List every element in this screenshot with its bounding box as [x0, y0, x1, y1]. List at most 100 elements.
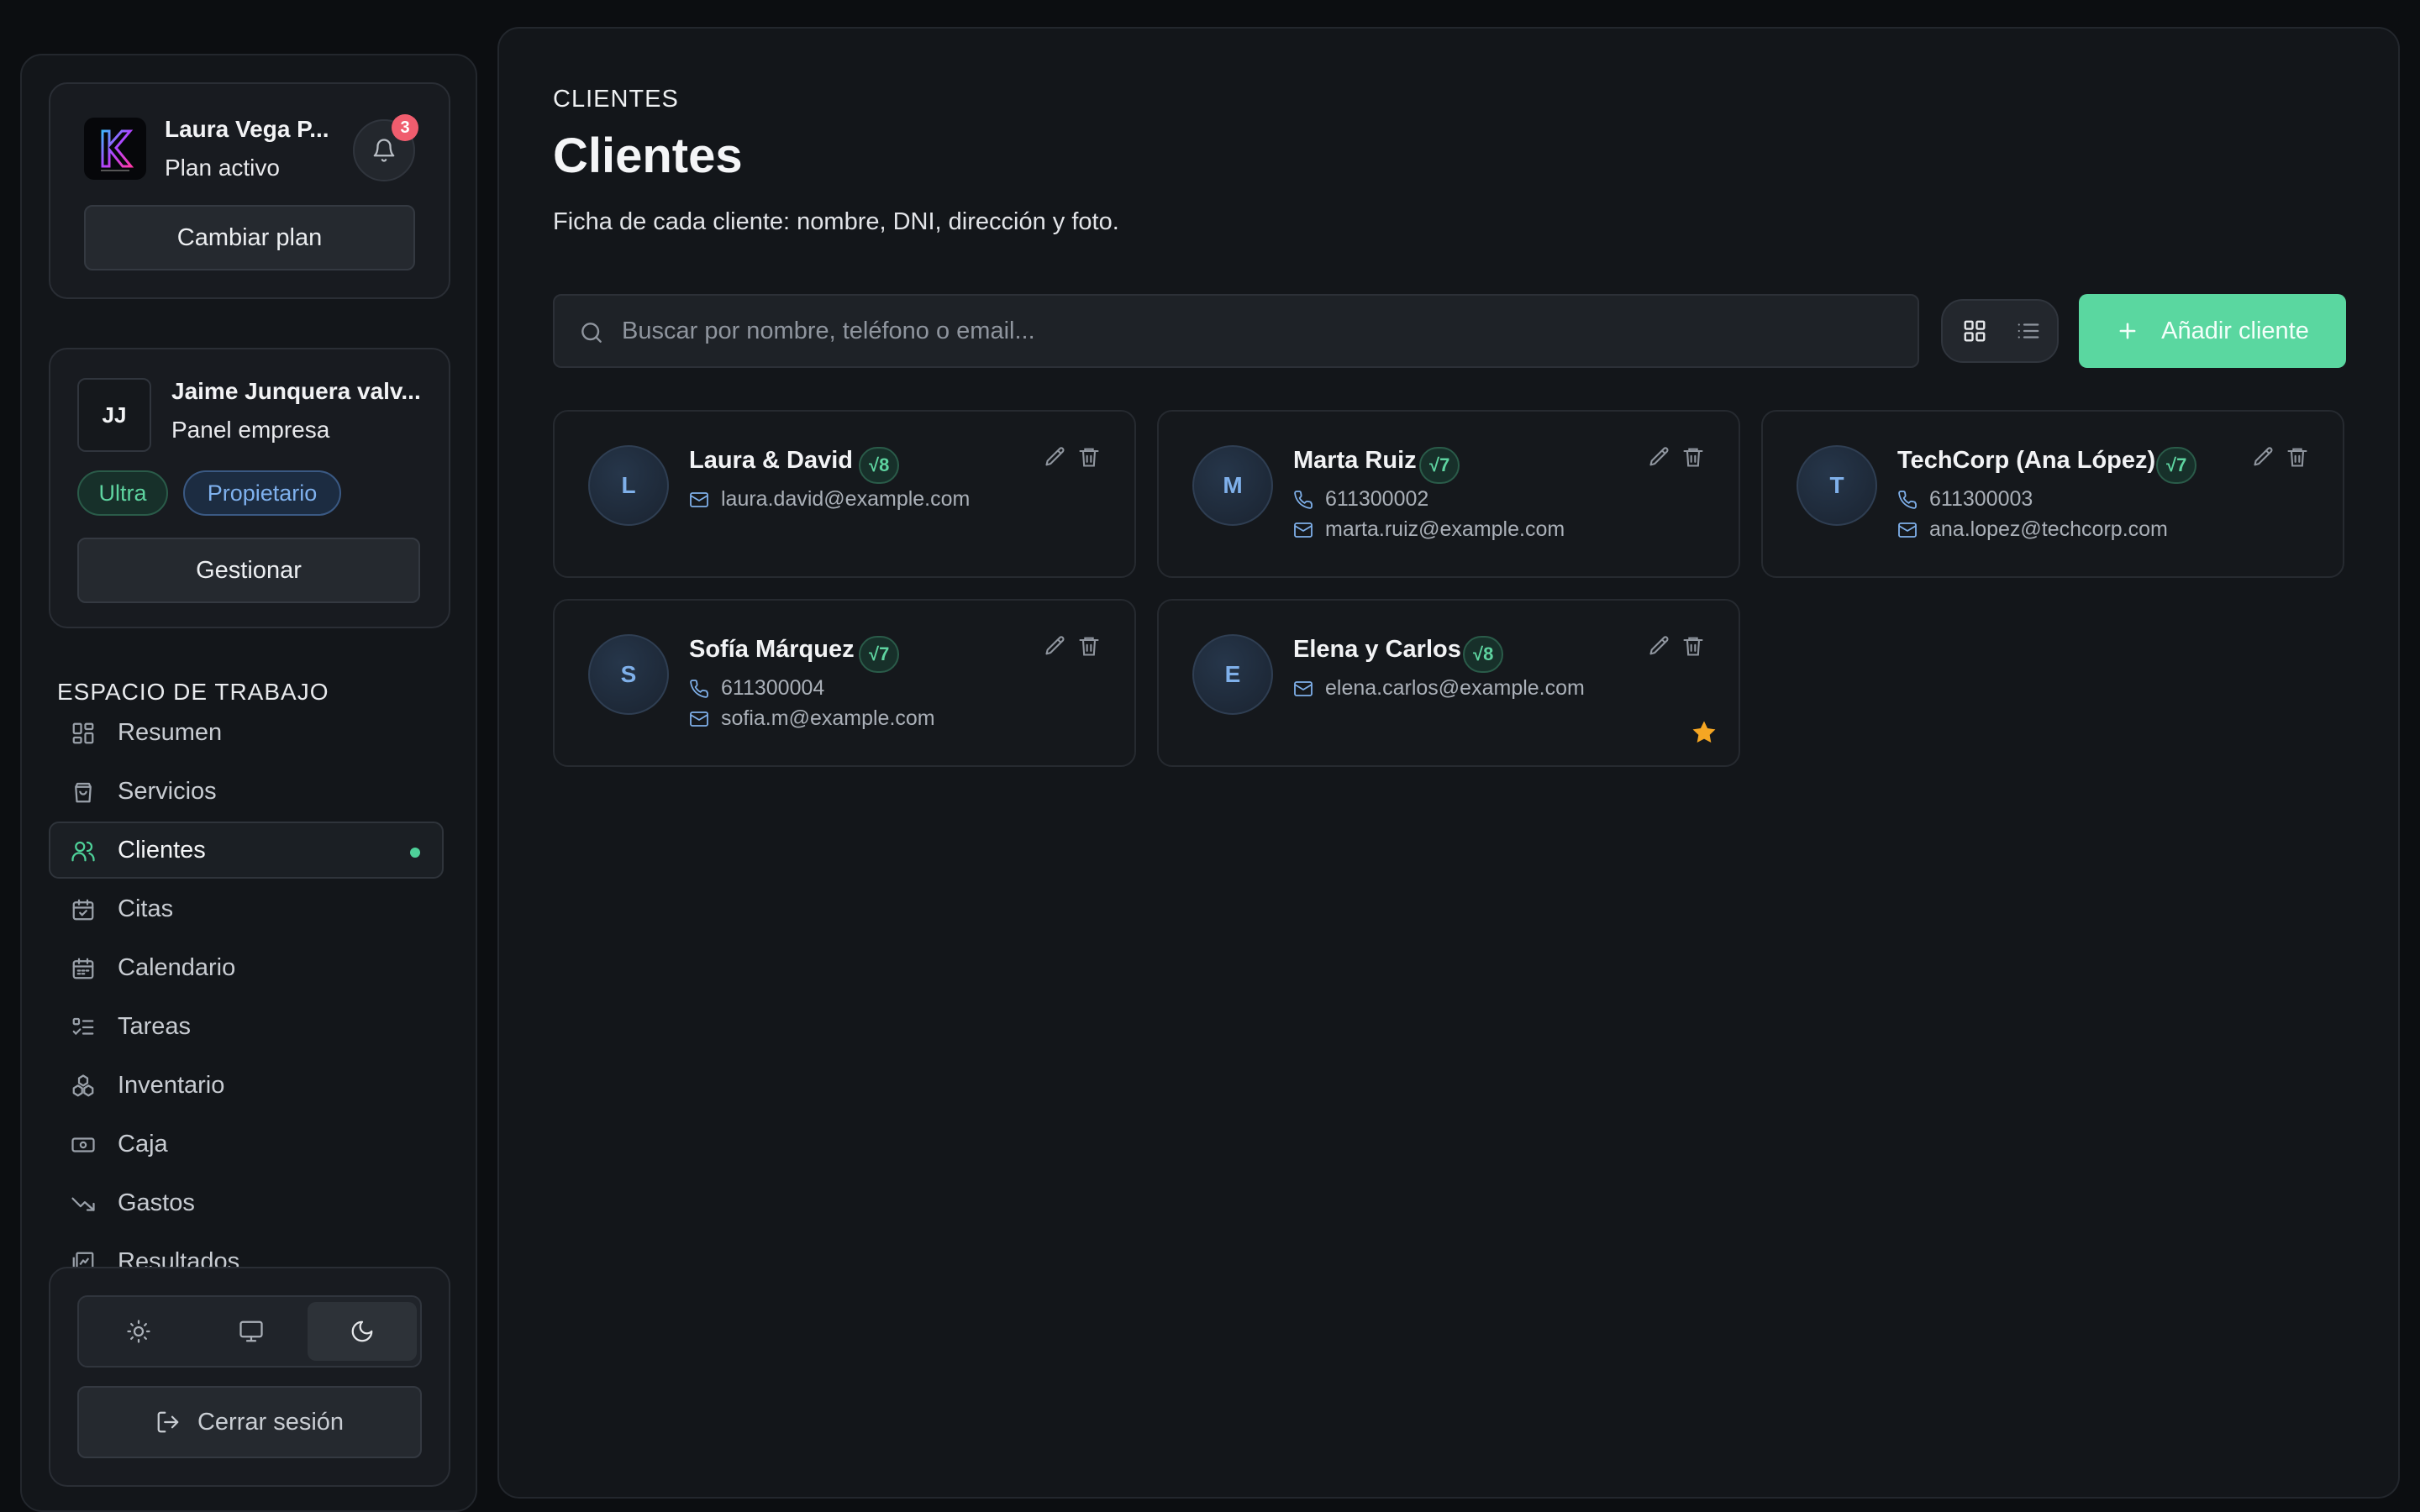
edit-icon[interactable] [1648, 634, 1671, 658]
trash-icon[interactable] [1681, 634, 1705, 658]
sidebar-item-label: Tareas [118, 1013, 192, 1040]
theme-dark-button[interactable] [308, 1302, 417, 1361]
client-card[interactable]: L Laura & David √8 laura.david@example.c… [553, 410, 1136, 578]
client-name: Sofía Márquez [689, 636, 855, 663]
account-card: Laura Vega P... Plan activo 3 Cambiar pl… [49, 82, 450, 299]
client-email: elena.carlos@example.com [1325, 676, 1585, 700]
calendar-icon [72, 958, 94, 979]
banknote-icon [71, 1137, 95, 1152]
page-title: Clientes [553, 129, 743, 183]
tag-propietario: Propietario [183, 470, 341, 516]
company-subtitle: Panel empresa [171, 417, 330, 443]
visits-badge: √7 [2156, 447, 2197, 484]
manage-button[interactable]: Gestionar [77, 538, 420, 603]
logout-label: Cerrar sesión [197, 1408, 345, 1436]
theme-switcher [77, 1295, 422, 1368]
trash-icon[interactable] [1077, 634, 1101, 658]
monitor-icon [239, 1320, 263, 1342]
plan-status: Plan activo [165, 155, 280, 181]
sidebar-item-label: Resumen [118, 719, 223, 746]
client-email: marta.ruiz@example.com [1325, 517, 1565, 541]
edit-icon[interactable] [2252, 445, 2275, 469]
client-card[interactable]: T TechCorp (Ana López) √7 611300003 ana.… [1761, 410, 2344, 578]
client-avatar: S [588, 634, 669, 715]
main-panel: CLIENTES Clientes Ficha de cada cliente:… [497, 27, 2400, 1499]
sidebar-item-calendario[interactable]: Calendario [49, 939, 444, 996]
sidebar-item-label: Gastos [118, 1189, 195, 1216]
sidebar-item-citas[interactable]: Citas [49, 880, 444, 937]
tag-ultra: Ultra [77, 470, 168, 516]
notification-badge: 3 [392, 114, 418, 141]
client-email-row: ana.lopez@techcorp.com [1897, 517, 2168, 542]
sidebar-item-label: Caja [118, 1131, 168, 1158]
client-email-row: elena.carlos@example.com [1293, 676, 1585, 701]
client-card[interactable]: E Elena y Carlos √8 elena.carlos@example… [1157, 599, 1740, 767]
list-view-button[interactable] [2003, 307, 2054, 354]
visits-badge: √8 [1463, 636, 1504, 673]
dashboard-icon [72, 722, 94, 744]
search-box [553, 294, 1919, 368]
sidebar-item-caja[interactable]: Caja [49, 1116, 444, 1173]
client-name: Elena y Carlos [1293, 636, 1461, 663]
sidebar-item-resumen[interactable]: Resumen [49, 704, 444, 761]
grid-icon [1964, 320, 1986, 342]
sidebar-item-inventario[interactable]: Inventario [49, 1057, 444, 1114]
client-name: Marta Ruiz [1293, 447, 1417, 474]
sidebar-item-label: Servicios [118, 778, 217, 805]
client-phone-row: 611300004 [689, 676, 824, 701]
account-name: Laura Vega P... [165, 116, 329, 142]
brand-logo [84, 118, 146, 180]
company-card: JJ Jaime Junquera valv... Panel empresa … [49, 348, 450, 628]
client-avatar: T [1797, 445, 1877, 526]
client-name: Laura & David [689, 447, 853, 474]
breadcrumb: CLIENTES [553, 86, 679, 113]
mail-icon [690, 491, 708, 507]
theme-system-button[interactable] [197, 1302, 306, 1361]
sidebar-item-tareas[interactable]: Tareas [49, 998, 444, 1055]
plus-icon [2119, 323, 2136, 339]
visits-badge: √7 [1419, 447, 1460, 484]
client-phone: 611300004 [721, 676, 825, 700]
client-email: sofia.m@example.com [721, 706, 935, 730]
visits-badge: √8 [859, 447, 900, 484]
client-email: laura.david@example.com [721, 487, 971, 511]
search-input[interactable] [622, 296, 1882, 366]
client-card[interactable]: S Sofía Márquez √7 611300004 sofia.m@exa… [553, 599, 1136, 767]
client-email-row: laura.david@example.com [689, 487, 970, 512]
trash-icon[interactable] [1077, 445, 1101, 469]
grid-view-button[interactable] [1949, 307, 2000, 354]
star-icon[interactable] [1690, 718, 1718, 747]
sidebar: Laura Vega P... Plan activo 3 Cambiar pl… [20, 54, 477, 1512]
sidebar-item-servicios[interactable]: Servicios [49, 763, 444, 820]
sidebar-item-label: Inventario [118, 1072, 225, 1099]
edit-icon[interactable] [1044, 445, 1067, 469]
view-toggle [1941, 299, 2059, 363]
edit-icon[interactable] [1648, 445, 1671, 469]
trash-icon[interactable] [2286, 445, 2309, 469]
trash-icon[interactable] [1681, 445, 1705, 469]
moon-icon [351, 1320, 373, 1342]
sidebar-item-clientes[interactable]: Clientes [49, 822, 444, 879]
sidebar-item-label: Clientes [118, 837, 206, 864]
client-avatar: E [1192, 634, 1273, 715]
sidebar-item-gastos[interactable]: Gastos [49, 1174, 444, 1231]
trending-down-icon [71, 1197, 95, 1211]
client-phone-row: 611300003 [1897, 487, 2033, 512]
sidebar-item-label: Calendario [118, 954, 236, 981]
change-plan-button[interactable]: Cambiar plan [84, 205, 415, 270]
calendar-check-icon [72, 899, 94, 921]
client-card[interactable]: M Marta Ruiz √7 611300002 marta.ruiz@exa… [1157, 410, 1740, 578]
list-checks-icon [72, 1017, 94, 1036]
bell-icon [373, 139, 395, 162]
theme-light-button[interactable] [84, 1302, 193, 1361]
edit-icon[interactable] [1044, 634, 1067, 658]
client-phone: 611300003 [1929, 487, 2033, 511]
logout-button[interactable]: Cerrar sesión [77, 1386, 422, 1458]
phone-icon [1898, 490, 1917, 509]
add-client-button[interactable]: Añadir cliente [2079, 294, 2346, 368]
search-icon [581, 323, 602, 343]
sidebar-item-label: Citas [118, 895, 174, 922]
phone-icon [1294, 490, 1313, 509]
settings-card: Cerrar sesión [49, 1267, 450, 1487]
company-avatar: JJ [77, 378, 151, 452]
